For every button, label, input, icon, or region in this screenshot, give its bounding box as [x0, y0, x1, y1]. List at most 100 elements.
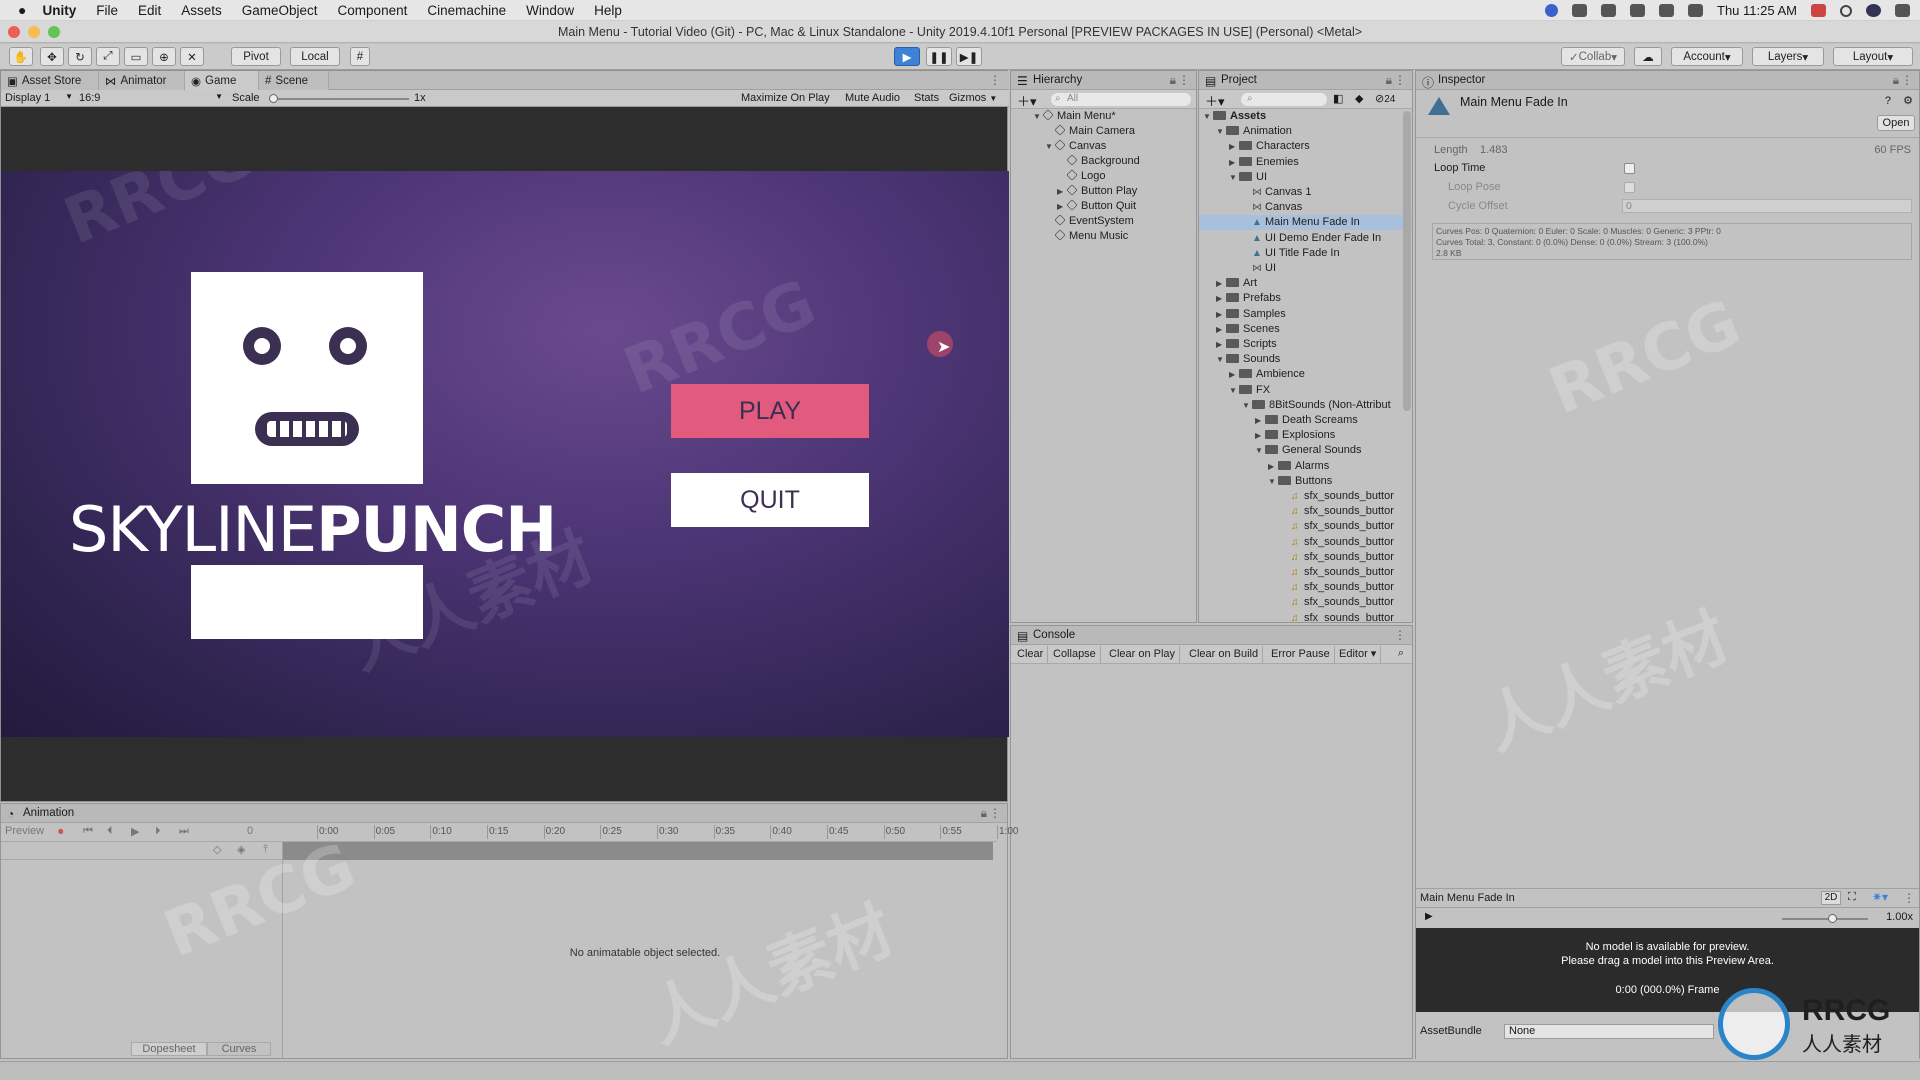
project-item[interactable]: ♫ sfx_sounds_buttor [1199, 489, 1412, 504]
expanded-arrow-icon[interactable]: ▼ [1268, 474, 1278, 489]
lock-icon[interactable]: 🔒︎ [1386, 73, 1392, 88]
hierarchy-item[interactable]: Main Camera [1011, 124, 1196, 139]
flag-icon[interactable] [1811, 4, 1826, 17]
preview-speed-slider[interactable] [1782, 914, 1868, 923]
hierarchy-item[interactable]: Logo [1011, 169, 1196, 184]
project-item[interactable]: ▶ Samples [1199, 307, 1412, 322]
tab-scene[interactable]: # Scene [259, 71, 329, 90]
panel-menu-icon[interactable]: ⋮ [1394, 628, 1406, 642]
pivot-icon[interactable]: ⛶ [1848, 891, 1856, 904]
add-keyframe-icon[interactable]: ◇ [213, 843, 221, 856]
panel-menu-icon[interactable]: ⋮ [989, 73, 1001, 87]
next-keyframe-button[interactable]: ⏵ [155, 825, 161, 838]
cloud-button[interactable]: ☁ [1634, 47, 1662, 66]
collapsed-arrow-icon[interactable]: ▶ [1216, 307, 1226, 322]
preview-toggle[interactable]: Preview [5, 825, 44, 837]
clock[interactable]: Thu 11:25 AM [1717, 3, 1797, 18]
dopesheet-tab[interactable]: Dopesheet [131, 1042, 207, 1056]
account-dropdown[interactable]: Account ▾ [1671, 47, 1743, 66]
local-toggle[interactable]: Local [290, 47, 340, 66]
menu-component[interactable]: Component [338, 3, 408, 18]
curves-tab[interactable]: Curves [207, 1042, 271, 1056]
hierarchy-item[interactable]: ▶ Button Play [1011, 184, 1196, 199]
tab-animator[interactable]: ⋈ Animator [99, 71, 185, 90]
speaker-icon[interactable] [1688, 4, 1704, 17]
last-keyframe-button[interactable]: ⏭ [179, 825, 189, 838]
project-item[interactable]: ▼ UI [1199, 170, 1412, 185]
minimize-window-button[interactable] [28, 26, 40, 38]
collapsed-arrow-icon[interactable]: ▶ [1057, 184, 1067, 199]
project-item[interactable]: ▼ Assets [1199, 109, 1412, 124]
hand-tool-button[interactable]: ✋ [9, 47, 33, 66]
preview-play-button[interactable]: ▶ [1425, 911, 1433, 922]
display-dropdown[interactable]: Display 1 ▼ [5, 92, 73, 104]
project-item[interactable]: ▲ UI Demo Ender Fade In [1199, 231, 1412, 246]
siri-icon[interactable] [1866, 4, 1881, 17]
project-item[interactable]: ▼ Animation [1199, 124, 1412, 139]
collapsed-arrow-icon[interactable]: ▶ [1057, 199, 1067, 214]
wifi-icon[interactable] [1630, 4, 1646, 17]
layout-dropdown[interactable]: Layout ▾ [1833, 47, 1913, 66]
menu-window[interactable]: Window [526, 3, 574, 18]
volume-icon[interactable] [1572, 4, 1588, 17]
project-item[interactable]: ♫ sfx_sounds_buttor [1199, 611, 1412, 622]
play-button[interactable]: ▶ [894, 47, 920, 66]
custom-tool-button[interactable]: ✕ [180, 47, 204, 66]
open-button[interactable]: Open [1877, 115, 1915, 131]
status-icon[interactable] [1545, 4, 1559, 17]
expanded-arrow-icon[interactable]: ▼ [1203, 109, 1213, 124]
project-item[interactable]: ♫ sfx_sounds_buttor [1199, 580, 1412, 595]
project-item[interactable]: ⋈ Canvas 1 [1199, 185, 1412, 200]
collapsed-arrow-icon[interactable]: ▶ [1255, 428, 1265, 443]
collapsed-arrow-icon[interactable]: ▶ [1216, 291, 1226, 306]
project-item[interactable]: ▲ UI Title Fade In [1199, 246, 1412, 261]
grid-snap-button[interactable]: # [350, 47, 370, 66]
panel-menu-icon[interactable]: ⋮ [1901, 73, 1913, 87]
collapsed-arrow-icon[interactable]: ▶ [1229, 139, 1239, 154]
project-item[interactable]: ▶ Prefabs [1199, 291, 1412, 306]
project-item[interactable]: ▼ FX [1199, 383, 1412, 398]
quit-game-button[interactable]: QUIT [671, 473, 869, 527]
collapsed-arrow-icon[interactable]: ▶ [1216, 276, 1226, 291]
expanded-arrow-icon[interactable]: ▼ [1242, 398, 1252, 413]
menu-help[interactable]: Help [594, 3, 622, 18]
menu-edit[interactable]: Edit [138, 3, 161, 18]
hierarchy-item[interactable]: EventSystem [1011, 214, 1196, 229]
project-item[interactable]: ♫ sfx_sounds_buttor [1199, 535, 1412, 550]
project-item[interactable]: ▶ Scripts [1199, 337, 1412, 352]
first-keyframe-button[interactable]: ⏮ [83, 825, 93, 838]
layers-dropdown[interactable]: Layers ▾ [1752, 47, 1824, 66]
collapsed-arrow-icon[interactable]: ▶ [1216, 322, 1226, 337]
project-item[interactable]: ▶ Art [1199, 276, 1412, 291]
project-item[interactable]: ▼ General Sounds [1199, 443, 1412, 458]
game-viewport[interactable]: RRCG RRCG 人人素材 SKYLINEPUNCH PLAY QUIT ➤ [1, 171, 1009, 737]
tab-asset-store[interactable]: ▣ Asset Store [1, 71, 99, 90]
project-item[interactable]: ▼ 8BitSounds (Non-Attribut [1199, 398, 1412, 413]
gizmos-dropdown[interactable]: Gizmos ▼ [949, 92, 997, 104]
project-item[interactable]: ▶ Scenes [1199, 322, 1412, 337]
collapsed-arrow-icon[interactable]: ▶ [1229, 155, 1239, 170]
play-animation-button[interactable]: ▶ [131, 825, 139, 838]
light-icon[interactable]: ✷▾ [1872, 890, 1888, 904]
project-item[interactable]: ▼ Sounds [1199, 352, 1412, 367]
console-clear-button[interactable]: Clear [1013, 646, 1049, 663]
project-item[interactable]: ⋈ Canvas [1199, 200, 1412, 215]
project-item[interactable]: ♫ sfx_sounds_buttor [1199, 504, 1412, 519]
collapsed-arrow-icon[interactable]: ▶ [1268, 459, 1278, 474]
zoom-window-button[interactable] [48, 26, 60, 38]
hierarchy-item[interactable]: ▼ Canvas [1011, 139, 1196, 154]
preview-2d-toggle[interactable]: 2D [1821, 891, 1841, 905]
project-item[interactable]: ▲ Main Menu Fade In [1199, 215, 1412, 231]
pause-button[interactable]: ❚❚ [926, 47, 952, 66]
add-icon[interactable]: ＋▾ [1205, 91, 1225, 110]
project-item[interactable]: ⋈ UI [1199, 261, 1412, 276]
project-item[interactable]: ▶ Explosions [1199, 428, 1412, 443]
loop-pose-checkbox[interactable] [1624, 182, 1635, 193]
filter-type-icon[interactable]: ◧ [1333, 92, 1343, 105]
apple-icon[interactable]: ● [18, 2, 26, 18]
project-item[interactable]: ▶ Characters [1199, 139, 1412, 154]
menu-unity[interactable]: Unity [42, 3, 76, 18]
scale-tool-button[interactable]: ⤢ [96, 47, 120, 66]
console-clear-on-build-toggle[interactable]: Clear on Build [1185, 646, 1264, 663]
project-item[interactable]: ♫ sfx_sounds_buttor [1199, 550, 1412, 565]
